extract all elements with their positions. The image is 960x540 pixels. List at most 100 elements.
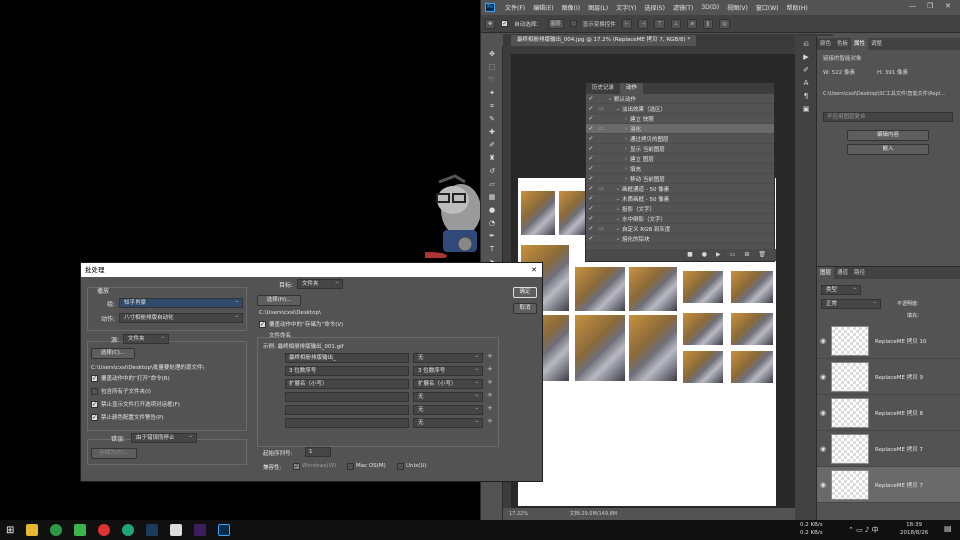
naming-field-input[interactable] bbox=[285, 405, 409, 415]
netease-music-icon[interactable] bbox=[98, 524, 111, 536]
compat-windows-checkbox[interactable]: ✓ bbox=[293, 463, 300, 470]
suppress-open-checkbox[interactable]: ✓ bbox=[91, 401, 98, 408]
tab-channels[interactable]: 通道 bbox=[834, 267, 851, 279]
windows-start-icon[interactable]: ⊞ bbox=[6, 525, 14, 536]
eye-icon[interactable]: ◉ bbox=[817, 337, 829, 345]
expand-arrow-icon[interactable]: ⌄ bbox=[614, 226, 622, 232]
add-field-icon[interactable]: + bbox=[487, 391, 493, 399]
start-serial-input[interactable]: 1 bbox=[305, 447, 331, 457]
record-icon[interactable]: ● bbox=[702, 249, 707, 261]
dialog-toggle-icon[interactable]: ▭ bbox=[596, 125, 606, 132]
edit-contents-button[interactable]: 编辑内容 bbox=[847, 130, 929, 141]
tab-adjustments[interactable]: 调整 bbox=[868, 38, 885, 50]
override-save-checkbox[interactable]: ✓ bbox=[259, 321, 266, 328]
save-as-button[interactable]: 存储为(E)... bbox=[91, 448, 137, 459]
eye-icon[interactable]: ◉ bbox=[817, 481, 829, 489]
action-enabled-check-icon[interactable]: ✓ bbox=[586, 145, 596, 152]
pen-icon[interactable]: ✒ bbox=[486, 232, 498, 241]
expand-arrow-icon[interactable]: › bbox=[622, 166, 630, 172]
expand-arrow-icon[interactable]: ⌄ bbox=[614, 206, 622, 212]
naming-field-dropdown[interactable]: 3 位数序号 bbox=[413, 365, 483, 376]
layer-row-selected[interactable]: ◉ ReplaceME 拷贝 7 bbox=[817, 467, 960, 503]
blend-mode-dropdown[interactable]: 正常 bbox=[821, 298, 881, 309]
expand-arrow-icon[interactable]: ⌄ bbox=[614, 196, 622, 202]
menu-select[interactable]: 选择(S) bbox=[640, 3, 669, 12]
app-icon[interactable] bbox=[122, 524, 135, 536]
source-dropdown[interactable]: 文件夹 bbox=[123, 333, 169, 344]
tab-paths[interactable]: 路径 bbox=[851, 267, 868, 279]
menu-3d[interactable]: 3D(D) bbox=[697, 4, 723, 11]
layer-filter-dropdown[interactable]: 类型 bbox=[821, 284, 861, 295]
action-enabled-check-icon[interactable]: ✓ bbox=[586, 165, 596, 172]
action-enabled-check-icon[interactable]: ✓ bbox=[586, 95, 596, 102]
layer-row[interactable]: ◉ ReplaceME 拷贝 10 bbox=[817, 323, 960, 359]
action-enabled-check-icon[interactable]: ✓ bbox=[586, 235, 596, 242]
steam-icon[interactable] bbox=[146, 524, 159, 536]
action-enabled-check-icon[interactable]: ✓ bbox=[586, 225, 596, 232]
dodge-icon[interactable]: ◔ bbox=[486, 219, 498, 228]
auto-select-dropdown[interactable]: 图层 bbox=[547, 18, 564, 29]
action-enabled-check-icon[interactable]: ✓ bbox=[586, 135, 596, 142]
align-center-icon[interactable]: ⊣ bbox=[638, 18, 649, 29]
eye-icon[interactable]: ◉ bbox=[817, 445, 829, 453]
add-field-icon[interactable]: + bbox=[487, 365, 493, 373]
action-row[interactable]: ✓ › 显示 当前图层 bbox=[586, 144, 774, 154]
add-field-icon[interactable]: + bbox=[487, 378, 493, 386]
action-row[interactable]: ✓ ⌄ 水中倒影（文字） bbox=[586, 214, 774, 224]
menu-layer[interactable]: 图层(L) bbox=[584, 3, 612, 12]
suppress-color-checkbox[interactable]: ✓ bbox=[91, 414, 98, 421]
brush-icon[interactable]: ✐ bbox=[486, 141, 498, 150]
action-row[interactable]: ✓ ⌄ 投影（文字） bbox=[586, 204, 774, 214]
brush-panel-icon[interactable]: ✐ bbox=[800, 66, 812, 75]
expand-arrow-icon[interactable]: › bbox=[622, 136, 630, 142]
destination-dropdown[interactable]: 文件夹 bbox=[297, 278, 343, 289]
cancel-button[interactable]: 取消 bbox=[513, 303, 537, 314]
dialog-close-icon[interactable]: ✕ bbox=[531, 263, 537, 277]
naming-field-input[interactable]: 最终相册排版输出_ bbox=[285, 353, 409, 363]
delete-icon[interactable]: 🗑︎ bbox=[758, 249, 766, 261]
destination-choose-button[interactable]: 选择(H)... bbox=[257, 295, 301, 306]
action-row[interactable]: ✓ ▭ ⌄ 淡出效果（选区） bbox=[586, 104, 774, 114]
tab-layers[interactable]: 图层 bbox=[817, 267, 835, 279]
action-enabled-check-icon[interactable]: ✓ bbox=[586, 195, 596, 202]
menu-image[interactable]: 图像(I) bbox=[558, 3, 584, 12]
clock-date[interactable]: 2018/8/26 bbox=[900, 529, 928, 537]
tab-color[interactable]: 颜色 bbox=[817, 38, 834, 50]
notifications-icon[interactable]: ▤ bbox=[944, 524, 952, 533]
file-explorer-icon[interactable] bbox=[26, 524, 39, 536]
naming-field-dropdown[interactable]: 无 bbox=[413, 352, 483, 363]
dialog-toggle-icon[interactable]: ▭ bbox=[596, 225, 606, 232]
action-row[interactable]: ✓ › 移动 当前图层 bbox=[586, 174, 774, 184]
premiere-icon[interactable] bbox=[194, 524, 207, 536]
photoshop-taskbar-icon[interactable] bbox=[218, 524, 231, 536]
menu-window[interactable]: 窗口(W) bbox=[752, 3, 783, 12]
actions-panel-icon[interactable]: ▶ bbox=[800, 53, 812, 62]
action-row[interactable]: ✓ › 通过拷贝的图层 bbox=[586, 134, 774, 144]
distribute-icon[interactable]: ⊥ bbox=[670, 18, 682, 29]
expand-arrow-icon[interactable]: ⌄ bbox=[614, 186, 622, 192]
source-choose-button[interactable]: 选择(C)... bbox=[91, 348, 135, 359]
action-row[interactable]: ✓ ⌄ 木质画框 - 50 像素 bbox=[586, 194, 774, 204]
action-enabled-check-icon[interactable]: ✓ bbox=[586, 185, 596, 192]
cube-panel-icon[interactable]: ▣ bbox=[800, 105, 812, 114]
character-panel-icon[interactable]: A bbox=[800, 79, 812, 88]
move-icon[interactable]: ✥ bbox=[486, 50, 498, 59]
eye-icon[interactable]: ◉ bbox=[817, 373, 829, 381]
stop-icon[interactable]: ■ bbox=[687, 249, 693, 261]
maximize-icon[interactable]: ❐ bbox=[927, 2, 933, 10]
override-open-checkbox[interactable]: ✓ bbox=[91, 375, 98, 382]
layer-row[interactable]: ◉ ReplaceME 拷贝 9 bbox=[817, 359, 960, 395]
action-row[interactable]: ✓ › 建立 快照 bbox=[586, 114, 774, 124]
add-field-icon[interactable]: + bbox=[487, 417, 493, 425]
action-enabled-check-icon[interactable]: ✓ bbox=[586, 115, 596, 122]
naming-field-dropdown[interactable]: 无 bbox=[413, 417, 483, 428]
expand-arrow-icon[interactable]: › bbox=[622, 146, 630, 152]
expand-arrow-icon[interactable]: ⌄ bbox=[606, 96, 614, 102]
close-icon[interactable]: ✕ bbox=[945, 2, 951, 10]
compat-mac-checkbox[interactable] bbox=[347, 463, 354, 470]
action-row[interactable]: ✓ ▭ ⌄ 自定义 RGB 到灰度 bbox=[586, 224, 774, 234]
lasso-icon[interactable]: ➰ bbox=[486, 76, 498, 85]
action-row[interactable]: ✓ ⌄ 默认动作 bbox=[586, 94, 774, 104]
action-row[interactable]: ✓ ▭ ⌄ 画框通道 - 50 像素 bbox=[586, 184, 774, 194]
clock-time[interactable]: 18:39 bbox=[900, 521, 928, 529]
